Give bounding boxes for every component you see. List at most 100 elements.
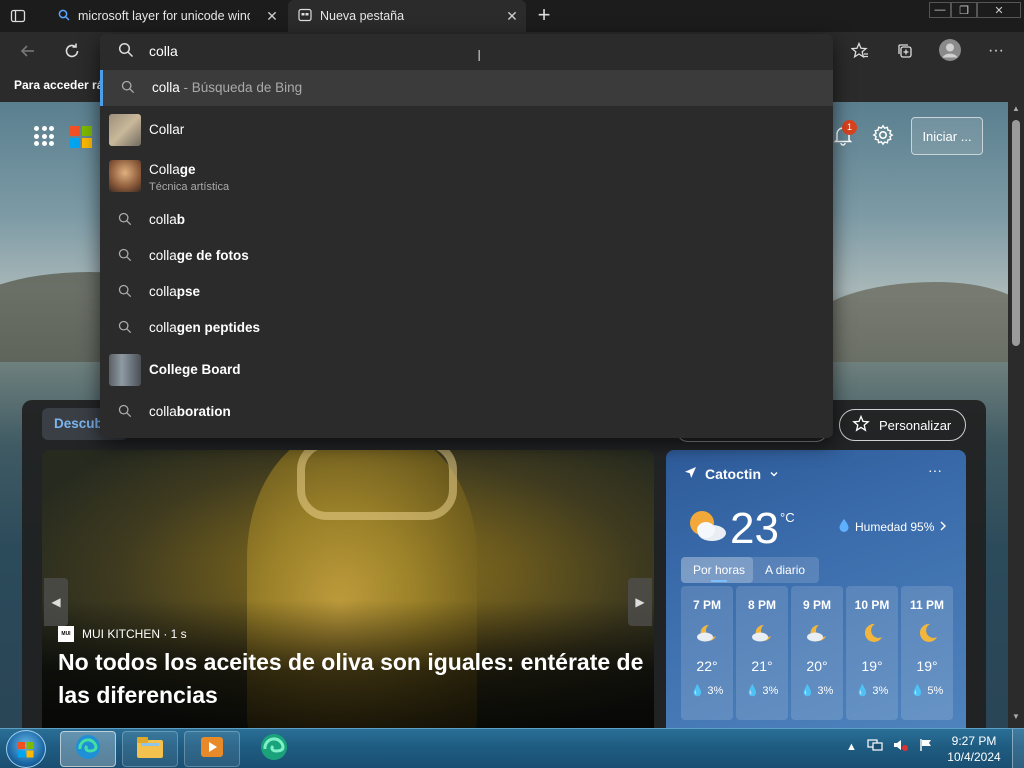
forecast-rain: 💧 3% bbox=[745, 685, 779, 697]
scroll-down-arrow-icon[interactable]: ▼ bbox=[1010, 712, 1022, 724]
suggestion-text: collage de fotos bbox=[149, 248, 249, 263]
suggestion-item[interactable]: collage de fotos bbox=[100, 238, 833, 274]
suggestion-item[interactable]: Collar bbox=[100, 110, 833, 150]
partly-cloudy-night-icon bbox=[695, 622, 719, 644]
moon-icon bbox=[860, 622, 884, 644]
hourly-forecast-item[interactable]: 11 PM 19° 💧 5% bbox=[901, 586, 953, 720]
tray-expand-icon[interactable]: ▲ bbox=[846, 741, 857, 753]
personalize-button[interactable]: Personalizar bbox=[839, 409, 966, 441]
tab-close-icon[interactable]: ✕ bbox=[504, 8, 520, 24]
search-icon bbox=[118, 404, 134, 420]
suggestion-item[interactable]: collaboration bbox=[100, 394, 833, 430]
start-button[interactable] bbox=[6, 730, 46, 768]
forecast-rain-value: 3% bbox=[707, 685, 724, 697]
suggestion-completion: ge de fotos bbox=[176, 248, 249, 263]
new-tab-button[interactable]: + bbox=[532, 4, 556, 28]
show-desktop-button[interactable] bbox=[1012, 729, 1024, 768]
favorites-star-icon[interactable] bbox=[846, 37, 874, 65]
tab-close-icon[interactable]: ✕ bbox=[264, 8, 280, 24]
back-icon[interactable] bbox=[14, 37, 42, 65]
carousel-next-button[interactable]: ▶ bbox=[628, 578, 652, 626]
moon-icon bbox=[915, 622, 939, 644]
weather-location-name: Catoctin bbox=[705, 466, 761, 482]
tab-daily[interactable]: A diario bbox=[753, 557, 813, 583]
location-arrow-icon bbox=[684, 466, 697, 482]
refresh-icon[interactable] bbox=[58, 37, 86, 65]
taskbar-media-player-button[interactable] bbox=[184, 731, 240, 767]
maximize-button[interactable]: ❐ bbox=[951, 2, 977, 18]
article-age: · 1 s bbox=[163, 627, 187, 641]
taskbar-explorer-button[interactable] bbox=[122, 731, 178, 767]
favorites-bar-hint: Para acceder rápidamente bbox=[14, 78, 100, 92]
forecast-rain: 💧 3% bbox=[690, 685, 724, 697]
tab-hourly[interactable]: Por horas bbox=[681, 557, 754, 583]
text-cursor-icon: I bbox=[477, 48, 482, 65]
background-hill bbox=[808, 282, 1008, 362]
suggestion-typed: colla bbox=[149, 284, 177, 299]
forecast-temp: 21° bbox=[751, 658, 773, 674]
forecast-rain-value: 3% bbox=[762, 685, 779, 697]
hourly-forecast-item[interactable]: 10 PM 19° 💧 3% bbox=[846, 586, 898, 720]
search-icon bbox=[58, 9, 70, 24]
suggestion-item[interactable]: colla - Búsqueda de Bing bbox=[100, 70, 833, 106]
search-icon bbox=[118, 284, 134, 300]
volume-muted-icon[interactable] bbox=[893, 738, 909, 755]
collage-thumbnail bbox=[109, 160, 141, 192]
microsoft-logo-icon[interactable] bbox=[70, 126, 92, 148]
hourly-forecast-item[interactable]: 9 PM 20° 💧 3% bbox=[791, 586, 843, 720]
suggestion-item[interactable]: Collage Técnica artística bbox=[100, 154, 833, 198]
suggestion-text: Collage bbox=[149, 162, 196, 177]
forecast-time: 11 PM bbox=[909, 598, 945, 612]
action-center-flag-icon[interactable] bbox=[919, 738, 933, 755]
app-launcher-icon[interactable] bbox=[34, 126, 54, 146]
suggestion-completion: gen peptides bbox=[176, 320, 261, 335]
profile-avatar[interactable] bbox=[936, 36, 964, 64]
humidity-link[interactable]: Humedad 95% bbox=[838, 518, 947, 535]
taskbar-clock[interactable]: 9:27 PM 10/4/2024 bbox=[940, 733, 1008, 765]
partly-cloudy-night-icon bbox=[805, 622, 829, 644]
taskbar-app-button[interactable] bbox=[246, 731, 302, 767]
scroll-up-arrow-icon[interactable]: ▲ bbox=[1010, 104, 1022, 116]
close-window-button[interactable]: ✕ bbox=[977, 2, 1021, 18]
suggestion-completion: ge bbox=[179, 162, 196, 177]
forecast-temp: 19° bbox=[861, 658, 883, 674]
partly-cloudy-day-icon bbox=[684, 506, 728, 546]
taskbar-edge-button[interactable] bbox=[60, 731, 116, 767]
temperature-unit[interactable]: °C bbox=[780, 510, 795, 525]
hourly-forecast-item[interactable]: 7 PM 22° 💧 3% bbox=[681, 586, 733, 720]
suggestion-text: College Board bbox=[149, 362, 241, 377]
suggestion-item[interactable]: collab bbox=[100, 202, 833, 238]
forecast-rain: 💧 3% bbox=[800, 685, 834, 697]
address-bar[interactable] bbox=[100, 34, 833, 68]
notification-badge: 1 bbox=[842, 120, 857, 135]
suggestion-text: collapse bbox=[149, 284, 200, 299]
carousel-previous-button[interactable]: ◀ bbox=[44, 578, 68, 626]
page-settings-gear-icon[interactable] bbox=[872, 124, 894, 146]
network-icon[interactable] bbox=[867, 738, 883, 755]
tab-new-tab[interactable]: Nueva pestaña ✕ bbox=[288, 0, 526, 32]
personalize-label: Personalizar bbox=[879, 417, 952, 433]
suggestion-text: Collar bbox=[149, 122, 185, 137]
hourly-forecast-item[interactable]: 8 PM 21° 💧 3% bbox=[736, 586, 788, 720]
search-icon bbox=[121, 80, 137, 96]
college-board-thumbnail bbox=[109, 354, 141, 386]
clock-date: 10/4/2024 bbox=[947, 750, 1001, 764]
article-headline[interactable]: No todos los aceites de oliva son iguale… bbox=[58, 646, 648, 712]
current-temperature: 23 bbox=[730, 504, 779, 553]
sign-in-button[interactable]: Iniciar ... bbox=[911, 117, 983, 155]
weather-location[interactable]: Catoctin bbox=[684, 466, 779, 482]
collections-icon[interactable] bbox=[891, 37, 919, 65]
minimize-button[interactable]: — bbox=[929, 2, 951, 18]
tab-search[interactable]: microsoft layer for unicode windows ✕ bbox=[48, 0, 286, 32]
tab-title: Nueva pestaña bbox=[320, 9, 405, 23]
article-source: MUI KITCHEN · 1 s bbox=[82, 627, 187, 641]
suggestion-typed: colla bbox=[149, 248, 177, 263]
tab-actions-icon[interactable] bbox=[8, 6, 28, 26]
suggestion-item[interactable]: College Board bbox=[100, 350, 833, 390]
address-bar-input[interactable]: colla bbox=[149, 43, 178, 59]
settings-more-icon[interactable]: ··· bbox=[982, 37, 1010, 65]
weather-more-options-icon[interactable]: ··· bbox=[928, 462, 942, 478]
suggestion-item[interactable]: collapse bbox=[100, 274, 833, 310]
scrollbar-thumb[interactable] bbox=[1012, 120, 1020, 346]
suggestion-item[interactable]: collagen peptides bbox=[100, 310, 833, 346]
